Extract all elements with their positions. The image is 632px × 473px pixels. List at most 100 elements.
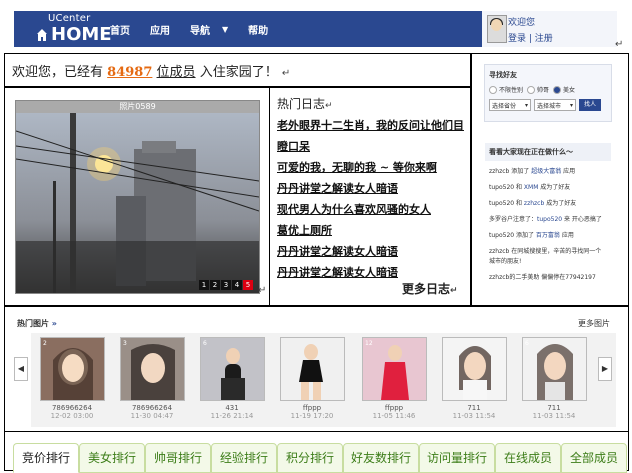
pager-1[interactable]: 1 [199,280,209,290]
activity-user[interactable]: tupo520 [489,200,514,207]
pager-2[interactable]: 2 [210,280,220,290]
prev-arrow-icon[interactable]: ◀ [14,357,28,381]
picture-thumb[interactable] [280,337,345,401]
picture-caption: 711 11-03 11:54 [438,404,510,420]
tab-handsome-ranking[interactable]: 帅哥排行 [145,443,211,473]
tab-friends-ranking[interactable]: 好友数排行 [343,443,419,473]
portrait-photo [381,345,409,400]
activity-item: tupo520 和 XMM 成为了好友 [485,180,611,196]
picture-user[interactable]: 711 [518,404,590,412]
link-separator: | [526,34,535,44]
portrait-photo [459,346,491,400]
activity-user[interactable]: zzhzcb [489,168,509,175]
activity-target[interactable]: 百万富翁 [536,232,560,239]
main-nav: 首页 应用 导航 ▼ 帮助 [110,22,288,37]
picture-thumb[interactable]: 2 [40,337,105,401]
picture-caption: 431 11-26 21:14 [196,404,268,420]
nav-navigation[interactable]: 导航 ▼ [190,22,238,37]
picture-user[interactable]: ffppp [276,404,348,412]
activity-item: zzhzcb 添加了 超级大富翁 应用 [485,164,611,180]
diary-item[interactable]: 老外眼界十二生肖，我的反问让他们目瞪口呆 [277,115,467,157]
activity-item: zzhzcb 在同城搜搜里，辛苦的寻找同一个城市的朋友! [485,244,611,270]
picture-caption: 786966264 12-02 03:00 [36,404,108,420]
activity-target[interactable]: tupo520 [537,216,562,223]
activity-user[interactable]: tupo520 [489,184,514,191]
hot-pictures-title: 热门图片 » [17,318,57,329]
activity-target[interactable]: XMM [524,184,538,191]
nav-navigation-label: 导航 [190,26,210,37]
picture-user[interactable]: 431 [196,404,268,412]
activity-target[interactable]: zzhzcb [524,200,544,207]
picture-time: 11-03 11:54 [452,412,496,420]
activity-text: 的二手美助 偏偏停在77942197 [509,274,596,281]
user-box: 欢迎您 登录 | 注册 [482,11,617,47]
photo-slideshow[interactable]: 照片0589 1 2 3 4 5 [15,100,260,294]
portrait-photo [221,348,245,400]
picture-thumb[interactable] [442,337,507,401]
more-diaries-link[interactable]: 更多日志↵ [402,280,458,297]
avatar[interactable] [487,15,507,43]
brand-home-text: HOME [51,24,112,45]
welcome-line: 欢迎您，已经有 84987 位成员 入住家园了！ ↵ [12,61,290,80]
gender-male-radio[interactable]: 帅哥 [527,85,549,94]
tab-points-ranking[interactable]: 积分排行 [277,443,343,473]
tab-online-members[interactable]: 在线成员 [495,443,561,473]
register-link[interactable]: 注册 [535,34,553,44]
nav-apps-label: 应用 [150,26,170,37]
nav-help[interactable]: 帮助 [248,22,278,37]
hot-diaries-title-text: 热门日志 [277,97,326,111]
picture-thumb[interactable]: 6 [200,337,265,401]
activity-text: 多罗谷户注意了： [489,216,538,223]
portrait-photo [537,344,573,400]
picture-user[interactable]: 786966264 [36,404,108,412]
diary-item[interactable]: 葛优上厕所 [277,220,467,241]
picture-thumb[interactable]: 3 [120,337,185,401]
gender-any-radio[interactable]: 不限性别 [489,85,523,94]
activity-user[interactable]: zzhzcb [489,248,509,255]
picture-thumb[interactable]: 6 [522,337,587,401]
diary-item[interactable]: 现代男人为什么喜欢风骚的女人 [277,199,467,220]
pager-5[interactable]: 5 [243,280,253,290]
diary-item[interactable]: 丹丹讲堂之解读女人暗语 [277,241,467,262]
tab-bid-ranking[interactable]: 竞价排行 [13,443,79,473]
activity-user[interactable]: tupo520 [489,232,514,239]
paragraph-mark: ↵ [615,39,624,50]
tab-visits-ranking[interactable]: 访问量排行 [419,443,495,473]
portrait-photo [53,348,93,400]
picture-user[interactable]: 711 [438,404,510,412]
activity-text: 和 [514,184,524,191]
member-suffix[interactable]: 位成员 [157,65,196,80]
thumb-number: 6 [525,340,529,347]
nav-home-label: 首页 [110,26,130,37]
province-select[interactable]: 选择省份 ▾ [489,99,531,111]
nav-apps[interactable]: 应用 [150,22,180,37]
picture-thumb[interactable]: 12 [362,337,427,401]
pager-4[interactable]: 4 [232,280,242,290]
activity-user[interactable]: zzhzcb [489,274,509,281]
find-people-button[interactable]: 找人 [579,99,601,111]
picture-user[interactable]: ffppp [358,404,430,412]
city-select[interactable]: 选择城市 ▾ [534,99,576,111]
nav-home[interactable]: 首页 [110,22,140,37]
tab-beauty-ranking[interactable]: 美女排行 [79,443,145,473]
diary-item[interactable]: 可爱的我，无聊的我 ~ 等你来啊 [277,157,467,178]
activity-target[interactable]: 超级大富翁 [531,168,561,175]
more-pictures-link[interactable]: 更多图片 [578,318,610,329]
tab-exp-ranking[interactable]: 经验排行 [211,443,277,473]
picture-caption: 786966264 11-30 04:47 [116,404,188,420]
activity-text: 添加了 [514,232,536,239]
member-count[interactable]: 84987 [107,65,152,80]
picture-time: 11-26 21:14 [210,412,254,420]
diary-item[interactable]: 丹丹讲堂之解读女人暗语 [277,178,467,199]
house-icon [37,28,47,41]
activity-panel: 看看大家现在正在做什么～ zzhzcb 添加了 超级大富翁 应用 tupo520… [484,142,612,296]
next-arrow-icon[interactable]: ▶ [598,357,612,381]
gender-female-radio[interactable]: 美女 [553,85,575,94]
tab-all-members[interactable]: 全部成员 [561,443,627,473]
pager-3[interactable]: 3 [221,280,231,290]
picture-user[interactable]: 786966264 [116,404,188,412]
welcome-tail: 入住家园了！ [199,65,278,80]
login-link[interactable]: 登录 [508,34,526,44]
radio-icon [527,85,536,94]
portrait-photo [299,344,323,400]
